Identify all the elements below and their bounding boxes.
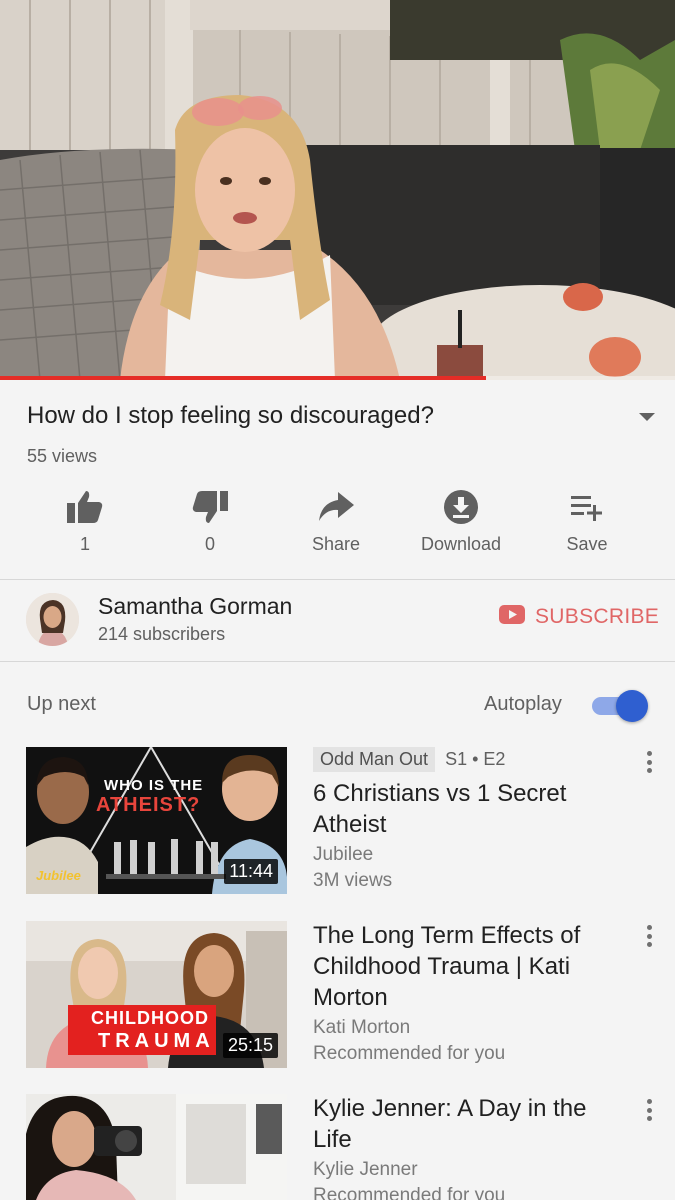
download-button[interactable]: Download	[401, 488, 521, 555]
up-next-label: Up next	[27, 693, 96, 715]
video-duration: 25:15	[222, 1033, 278, 1058]
video-channel: Kylie Jenner	[313, 1159, 418, 1180]
subscribe-button[interactable]: SUBSCRIBE	[499, 605, 659, 629]
autoplay-toggle[interactable]	[590, 690, 650, 722]
save-button[interactable]: Save	[527, 488, 647, 555]
like-count: 1	[79, 534, 90, 554]
thumbnail-text: TRAUMA	[98, 1030, 215, 1052]
share-button[interactable]: Share	[276, 488, 396, 555]
autoplay-label: Autoplay	[484, 693, 562, 715]
video-thumbnail[interactable]: CHILDHOOD TRAUMA 25:15	[26, 921, 287, 1068]
progress-fill	[0, 376, 486, 380]
download-label: Download	[420, 534, 502, 554]
playlist-add-icon	[527, 488, 647, 526]
video-thumbnail[interactable]	[26, 1094, 287, 1200]
youtube-logo-icon	[499, 605, 525, 629]
video-channel: Kati Morton	[313, 1017, 411, 1038]
video-views: Recommended for you	[313, 1043, 506, 1064]
progress-bar[interactable]	[0, 376, 675, 380]
more-vert-icon[interactable]	[640, 923, 658, 949]
video-title: 6 Christians vs 1 Secret Atheist	[313, 780, 567, 838]
video-title: The Long Term Effects of Childhood Traum…	[313, 922, 581, 1011]
series-badge: Odd Man Out	[313, 747, 436, 772]
dislike-count: 0	[204, 534, 215, 554]
toggle-knob	[616, 690, 648, 722]
video-channel: Jubilee	[313, 844, 374, 865]
video-thumbnail[interactable]: WHO IS THE ATHEIST? Jubilee 11:44	[26, 747, 287, 894]
video-frame	[0, 0, 675, 380]
video-info[interactable]: The Long Term Effects of Childhood Traum…	[313, 920, 613, 1067]
video-player[interactable]	[0, 0, 675, 380]
divider	[0, 661, 675, 662]
view-count: 55 views	[27, 446, 98, 466]
thumbs-up-icon	[25, 488, 145, 526]
video-info[interactable]: Kylie Jenner: A Day in the Life Kylie Je…	[313, 1093, 613, 1200]
more-vert-icon[interactable]	[640, 1097, 658, 1123]
thumbnail-text: CHILDHOOD	[91, 1008, 209, 1028]
divider	[0, 579, 675, 580]
video-views: 3M views	[313, 870, 393, 891]
caret-down-icon[interactable]	[636, 410, 658, 424]
like-button[interactable]: 1	[25, 488, 145, 555]
channel-avatar[interactable]	[26, 593, 79, 646]
video-title: Kylie Jenner: A Day in the Life	[313, 1095, 587, 1153]
subscribe-label: SUBSCRIBE	[535, 605, 660, 628]
share-label: Share	[311, 534, 361, 554]
video-views: Recommended for you	[313, 1185, 506, 1200]
more-vert-icon[interactable]	[640, 749, 658, 775]
subscriber-count: 214 subscribers	[98, 624, 226, 644]
share-arrow-icon	[276, 488, 396, 526]
dislike-button[interactable]: 0	[150, 488, 270, 555]
video-title: How do I stop feeling so discouraged?	[27, 402, 434, 429]
thumbnail-text: WHO IS THE	[104, 777, 204, 794]
save-label: Save	[566, 534, 608, 554]
video-duration: 11:44	[224, 859, 278, 884]
thumbnail-text: ATHEIST?	[96, 794, 201, 816]
jubilee-logo: Jubilee	[36, 868, 81, 883]
channel-name[interactable]: Samantha Gorman	[98, 593, 292, 620]
episode-label: S1 • E2	[445, 749, 506, 769]
video-info[interactable]: Odd Man Out S1 • E2 6 Christians vs 1 Se…	[313, 747, 613, 894]
thumbs-down-icon	[150, 488, 270, 526]
download-circle-icon	[401, 488, 521, 526]
